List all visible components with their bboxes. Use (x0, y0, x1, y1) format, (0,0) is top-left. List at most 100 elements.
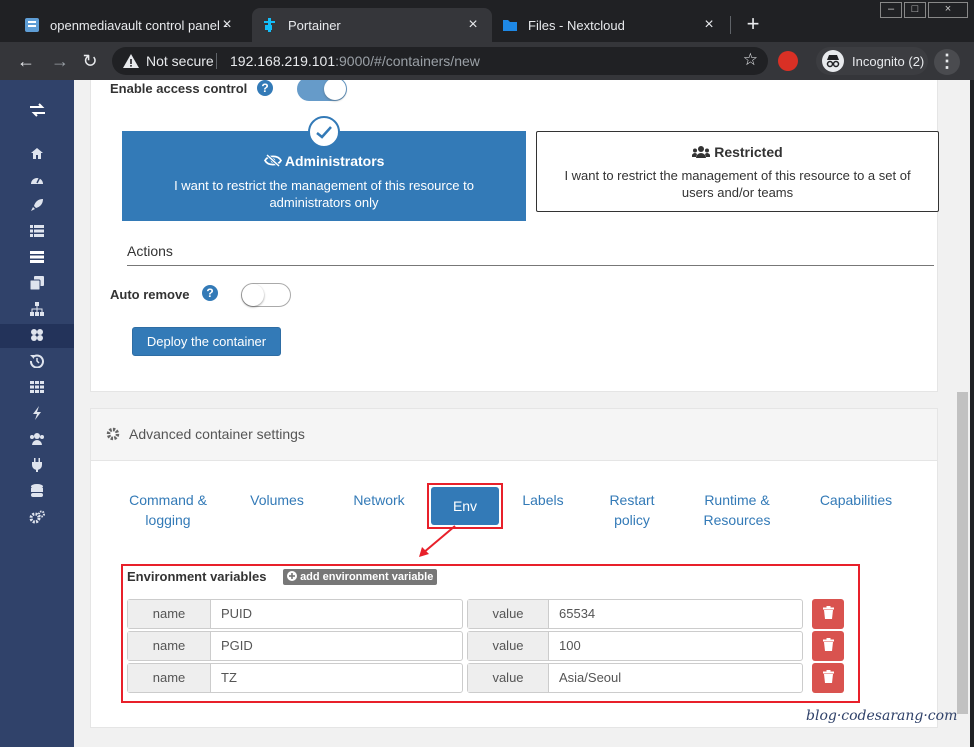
administrators-description: I want to restrict the management of thi… (174, 178, 474, 210)
trash-icon (822, 638, 834, 654)
containers-icon[interactable] (29, 249, 45, 265)
tab-command-logging[interactable]: Command & logging (127, 490, 209, 530)
tab-network[interactable]: Network (343, 490, 415, 510)
enable-access-control-toggle[interactable] (297, 80, 347, 101)
remove-env-button[interactable] (812, 631, 844, 661)
cog-icon (106, 427, 120, 444)
incognito-icon (822, 50, 844, 72)
close-window-button[interactable]: × (928, 2, 968, 18)
env-name-input[interactable]: PGID (211, 632, 253, 660)
url-path: :9000/#/containers/new (335, 53, 480, 69)
browser-tab-portainer[interactable]: Portainer × (252, 8, 492, 42)
tab-volumes[interactable]: Volumes (239, 490, 315, 510)
administrators-title: Administrators (284, 153, 385, 169)
auto-remove-toggle[interactable] (241, 283, 291, 307)
browser-tab-omv[interactable]: openmediavault control panel - × (14, 8, 246, 42)
close-tab-icon[interactable]: × (464, 16, 482, 34)
deploy-container-button[interactable]: Deploy the container (132, 327, 281, 356)
endpoints-plug-icon[interactable] (29, 457, 45, 473)
value-addon: value (468, 600, 549, 628)
host-grid-icon[interactable] (29, 379, 45, 395)
env-value-group: value Asia/Seoul (467, 663, 803, 693)
add-env-variable-button[interactable]: add environment variable (283, 569, 438, 585)
sidebar (0, 80, 74, 747)
env-value-input[interactable]: 100 (549, 632, 581, 660)
toggle-knob (242, 284, 264, 306)
app-templates-icon[interactable] (29, 197, 45, 213)
users-group-icon (692, 144, 714, 160)
tab-title: Portainer (288, 17, 341, 33)
forward-button[interactable]: → (48, 49, 72, 73)
warning-icon[interactable] (122, 52, 140, 70)
tab-runtime-resources[interactable]: Runtime & Resources (691, 490, 783, 530)
trash-icon (822, 606, 834, 622)
name-addon: name (128, 600, 211, 628)
name-addon: name (128, 632, 211, 660)
omnibox-separator (216, 53, 217, 69)
registries-database-icon[interactable] (29, 483, 45, 499)
incognito-badge[interactable]: Incognito (2) (816, 47, 928, 75)
tab-title: openmediavault control panel - (50, 17, 228, 33)
extensions-bolt-icon[interactable] (29, 405, 45, 421)
help-icon[interactable]: ? (257, 80, 273, 96)
dashboard-icon[interactable] (29, 171, 45, 187)
tab-separator (730, 16, 731, 34)
address-bar[interactable]: Not secure 192.168.219.101:9000/#/contai… (112, 47, 768, 75)
tab-restart-policy[interactable]: Restart policy (599, 490, 665, 530)
help-icon[interactable]: ? (202, 285, 218, 301)
new-tab-button[interactable]: + (740, 12, 766, 38)
access-control-panel: Enable access control ? Administrators I… (90, 80, 939, 392)
annotation-arrow (419, 525, 456, 557)
restricted-option[interactable]: Restricted I want to restrict the manage… (536, 131, 939, 212)
env-name-input[interactable]: PUID (211, 600, 252, 628)
networks-icon[interactable] (29, 301, 45, 317)
name-addon: name (128, 664, 211, 692)
folder-favicon-icon (502, 17, 518, 33)
browser-tab-nextcloud[interactable]: Files - Nextcloud × (492, 8, 728, 42)
env-name-input[interactable]: TZ (211, 664, 237, 692)
users-icon[interactable] (29, 431, 45, 447)
reload-button[interactable]: ↻ (78, 49, 102, 73)
toggle-knob (324, 80, 346, 100)
bookmark-star-icon[interactable]: ☆ (743, 50, 758, 70)
stacks-icon[interactable] (29, 223, 45, 239)
settings-cogs-icon[interactable] (29, 509, 45, 525)
volumes-icon[interactable] (29, 327, 45, 343)
page-scrollbar[interactable] (955, 80, 970, 747)
env-value-input[interactable]: 65534 (549, 600, 595, 628)
not-secure-label[interactable]: Not secure (146, 53, 214, 69)
extension-hand-icon[interactable] (778, 51, 798, 71)
window-border (970, 80, 974, 747)
remove-env-button[interactable] (812, 599, 844, 629)
scrollbar-thumb[interactable] (957, 392, 968, 714)
url-text[interactable]: 192.168.219.101:9000/#/containers/new (230, 53, 480, 69)
omv-favicon-icon (24, 17, 40, 33)
browser-toolbar: ← → ↻ Not secure 192.168.219.101:9000/#/… (0, 42, 974, 80)
close-tab-icon[interactable]: × (218, 16, 236, 34)
env-value-input[interactable]: Asia/Seoul (549, 664, 621, 692)
close-tab-icon[interactable]: × (700, 16, 718, 34)
env-name-group: name PGID (127, 631, 463, 661)
incognito-label: Incognito (2) (852, 53, 925, 69)
main-content: Enable access control ? Administrators I… (74, 80, 955, 747)
tab-title: Files - Nextcloud (528, 17, 625, 33)
env-value-group: value 100 (467, 631, 803, 661)
advanced-settings-title: Advanced container settings (129, 426, 305, 442)
tab-capabilities[interactable]: Capabilities (809, 490, 903, 510)
url-host: 192.168.219.101 (230, 53, 336, 69)
minimize-button[interactable]: – (880, 2, 902, 18)
env-name-group: name TZ (127, 663, 463, 693)
images-icon[interactable] (29, 275, 45, 291)
maximize-button[interactable]: □ (904, 2, 926, 18)
home-icon[interactable] (29, 145, 45, 161)
environment-variables-title: Environment variables (127, 569, 267, 584)
env-value-group: value 65534 (467, 599, 803, 629)
tab-labels[interactable]: Labels (511, 490, 575, 510)
back-button[interactable]: ← (14, 49, 38, 73)
auto-remove-label: Auto remove (110, 287, 190, 302)
events-history-icon[interactable] (29, 353, 45, 369)
portainer-logo-icon[interactable] (29, 102, 45, 118)
browser-menu-button[interactable]: ⋮ (934, 49, 960, 75)
remove-env-button[interactable] (812, 663, 844, 693)
watermark: blog·codesarang·com (806, 708, 958, 724)
